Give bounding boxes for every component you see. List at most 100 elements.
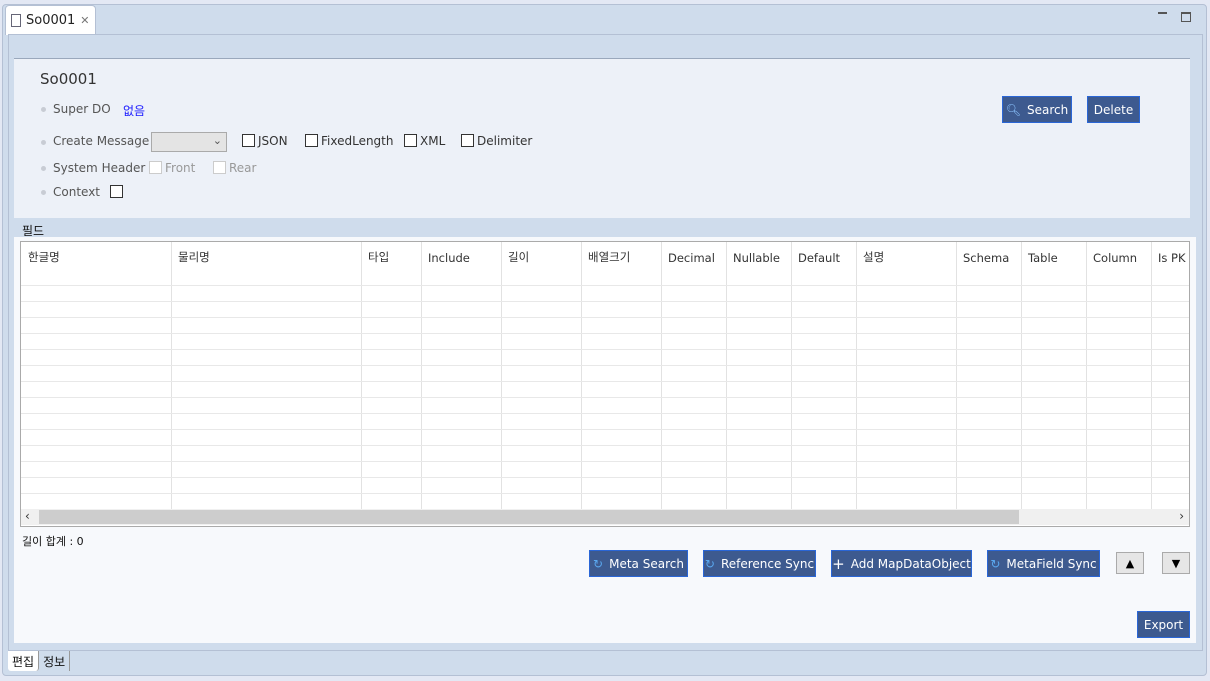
tab-info[interactable]: 정보	[39, 651, 71, 671]
column-header[interactable]: Schema	[963, 251, 1009, 265]
delimiter-checkbox[interactable]	[461, 134, 474, 147]
table-column	[956, 242, 957, 509]
fixedlength-checkbox[interactable]	[305, 134, 318, 147]
create-message-label: Create Message	[53, 134, 150, 148]
table-column	[361, 242, 362, 509]
table-column	[1021, 242, 1022, 509]
table-column	[1086, 242, 1087, 509]
front-label: Front	[165, 161, 196, 175]
add-mapdataobject-button[interactable]: + Add MapDataObject	[831, 550, 972, 577]
table-column	[171, 242, 172, 509]
metafield-sync-label: MetaField Sync	[1006, 556, 1097, 571]
table-row[interactable]	[21, 301, 1189, 302]
column-header[interactable]: Nullable	[733, 251, 780, 265]
table-column	[501, 242, 502, 509]
column-header[interactable]: 물리명	[178, 249, 210, 265]
bullet	[41, 140, 46, 145]
table-column	[661, 242, 662, 509]
super-do-link[interactable]: 없음	[123, 102, 145, 119]
xml-label: XML	[420, 134, 446, 148]
xml-checkbox[interactable]	[404, 134, 417, 147]
bullet	[41, 190, 46, 195]
move-down-button[interactable]: ▼	[1162, 552, 1190, 574]
reference-sync-label: Reference Sync	[720, 556, 815, 571]
table-column	[856, 242, 857, 509]
meta-search-label: Meta Search	[609, 556, 684, 571]
column-header[interactable]: 한글명	[28, 249, 60, 265]
super-do-label: Super DO	[53, 102, 111, 116]
scroll-left-icon[interactable]: ‹	[25, 509, 30, 523]
column-header[interactable]: Decimal	[668, 251, 715, 265]
column-header[interactable]: Column	[1093, 251, 1137, 265]
refresh-icon: ↻	[593, 556, 604, 571]
json-label: JSON	[258, 134, 288, 148]
context-label: Context	[53, 185, 101, 199]
table-row[interactable]	[21, 381, 1189, 382]
length-total: 길이 합계 : 0	[22, 535, 84, 548]
table-column	[1151, 242, 1152, 509]
column-header[interactable]: Table	[1028, 251, 1058, 265]
scrollbar-thumb[interactable]	[39, 510, 1019, 524]
column-header[interactable]: Default	[798, 251, 840, 265]
add-mapdataobject-label: Add MapDataObject	[850, 556, 971, 571]
export-button[interactable]: Export	[1137, 611, 1190, 638]
scroll-right-icon[interactable]: ›	[1179, 509, 1184, 523]
table-column	[421, 242, 422, 509]
table-row[interactable]	[21, 413, 1189, 414]
system-header-label: System Header	[53, 161, 146, 175]
page-title: So0001	[40, 70, 97, 88]
meta-search-button[interactable]: ↻ Meta Search	[589, 550, 688, 577]
table-row[interactable]	[21, 397, 1189, 398]
chevron-down-icon: ⌄	[212, 134, 222, 147]
column-header[interactable]: 설명	[863, 249, 884, 265]
table-column	[581, 242, 582, 509]
class-file-icon	[11, 14, 21, 27]
delete-button[interactable]: Delete	[1087, 96, 1140, 123]
fixedlength-label: FixedLength	[321, 134, 394, 148]
table-row[interactable]	[21, 445, 1189, 446]
plus-icon: +	[832, 554, 845, 573]
search-button[interactable]: 🔍︎ Search	[1002, 96, 1072, 123]
rear-label: Rear	[229, 161, 257, 175]
tab-title: So0001	[26, 13, 76, 28]
column-header[interactable]: 타입	[368, 249, 389, 265]
column-header[interactable]: Is PK	[1158, 251, 1186, 265]
front-checkbox[interactable]	[149, 161, 162, 174]
rear-checkbox[interactable]	[213, 161, 226, 174]
search-icon: 🔍︎	[1005, 102, 1021, 117]
fields-table[interactable]: 한글명 물리명 타입 Include 길이 배열크기 Decimal Nullable Defa…	[20, 241, 1190, 527]
bullet	[41, 166, 46, 171]
bottom-tabs: 편집 정보	[8, 651, 71, 671]
table-row[interactable]	[21, 333, 1189, 334]
context-checkbox[interactable]	[110, 185, 123, 198]
move-up-button[interactable]: ▲	[1116, 552, 1144, 574]
refresh-icon: ↻	[990, 556, 1001, 571]
close-icon[interactable]: ✕	[80, 14, 89, 27]
refresh-icon: ↻	[704, 556, 715, 571]
column-header[interactable]: 배열크기	[588, 249, 630, 265]
table-row[interactable]	[21, 461, 1189, 462]
table-row[interactable]	[21, 365, 1189, 366]
table-row[interactable]	[21, 285, 1189, 286]
bullet	[41, 107, 46, 112]
reference-sync-button[interactable]: ↻ Reference Sync	[703, 550, 816, 577]
table-column	[791, 242, 792, 509]
json-checkbox[interactable]	[242, 134, 255, 147]
table-row[interactable]	[21, 429, 1189, 430]
tab-so0001[interactable]: So0001 ✕	[5, 5, 96, 35]
tab-edit[interactable]: 편집	[8, 651, 40, 671]
create-message-select[interactable]: ⌄	[151, 132, 227, 152]
table-row[interactable]	[21, 493, 1189, 494]
metafield-sync-button[interactable]: ↻ MetaField Sync	[987, 550, 1100, 577]
column-header[interactable]: Include	[428, 251, 470, 265]
horizontal-scrollbar[interactable]: ‹ ›	[21, 509, 1189, 525]
minimize-icon[interactable]	[1158, 12, 1167, 14]
column-header[interactable]: 길이	[508, 249, 529, 265]
delimiter-label: Delimiter	[477, 134, 533, 148]
table-column	[726, 242, 727, 509]
table-row[interactable]	[21, 317, 1189, 318]
table-row[interactable]	[21, 477, 1189, 478]
table-row[interactable]	[21, 349, 1189, 350]
search-label: Search	[1027, 102, 1069, 117]
maximize-icon[interactable]	[1181, 12, 1191, 22]
